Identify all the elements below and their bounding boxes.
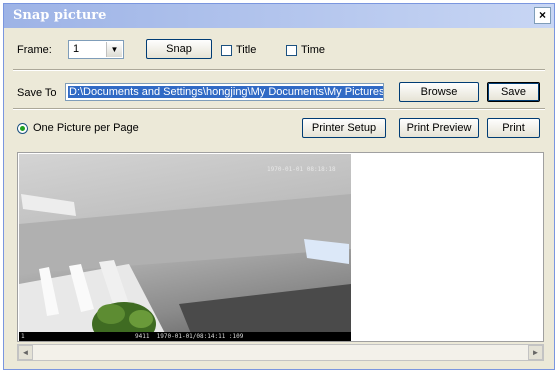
snap-button[interactable]: Snap <box>146 39 212 59</box>
title-bar[interactable]: Snap picture × <box>4 4 554 28</box>
snapshot-image: 1970-01-01 08:18:18 1 9411 1970-01-01/08… <box>19 154 351 341</box>
footer-info: 9411 1970-01-01/08:14:11 :109 <box>135 333 244 340</box>
overlay-timestamp: 1970-01-01 08:18:18 <box>267 166 336 173</box>
chevron-down-icon: ▼ <box>106 42 122 57</box>
printer-setup-button[interactable]: Printer Setup <box>302 118 386 138</box>
time-checkbox-label: Time <box>301 44 326 56</box>
footer-index: 1 <box>21 333 25 340</box>
browse-button[interactable]: Browse <box>399 82 479 102</box>
preview-area: 1970-01-01 08:18:18 1 9411 1970-01-01/08… <box>17 152 544 342</box>
horizontal-scrollbar[interactable]: ◄ ► <box>17 344 544 361</box>
scroll-right-icon[interactable]: ► <box>528 345 543 360</box>
ceiling-light <box>21 194 76 216</box>
plant-leaves <box>129 310 153 328</box>
title-checkbox[interactable] <box>221 45 232 56</box>
scroll-left-icon[interactable]: ◄ <box>18 345 33 360</box>
frame-label: Frame: <box>17 44 52 56</box>
separator <box>13 108 545 110</box>
save-button[interactable]: Save <box>487 82 540 102</box>
separator <box>13 69 545 71</box>
time-checkbox[interactable] <box>286 45 297 56</box>
print-button[interactable]: Print <box>487 118 540 138</box>
snapshot-scene <box>19 194 351 341</box>
save-to-label: Save To <box>17 87 57 99</box>
frame-select[interactable]: 1 ▼ <box>68 40 124 59</box>
snap-picture-dialog: Snap picture × Frame: 1 ▼ Snap Title Tim… <box>3 3 555 370</box>
one-picture-label: One Picture per Page <box>33 122 139 134</box>
print-preview-button[interactable]: Print Preview <box>399 118 479 138</box>
one-picture-radio[interactable] <box>17 123 28 134</box>
save-path-text: D:\Documents and Settings\hongjing\My Do… <box>68 86 384 98</box>
title-checkbox-label: Title <box>236 44 257 56</box>
close-icon: × <box>538 8 546 22</box>
window-title: Snap picture <box>13 8 107 23</box>
frame-select-value: 1 <box>73 43 80 55</box>
plant-leaves <box>97 304 125 324</box>
radio-dot-icon <box>20 126 25 131</box>
close-button[interactable]: × <box>534 7 551 24</box>
save-path-field[interactable]: D:\Documents and Settings\hongjing\My Do… <box>65 83 384 101</box>
